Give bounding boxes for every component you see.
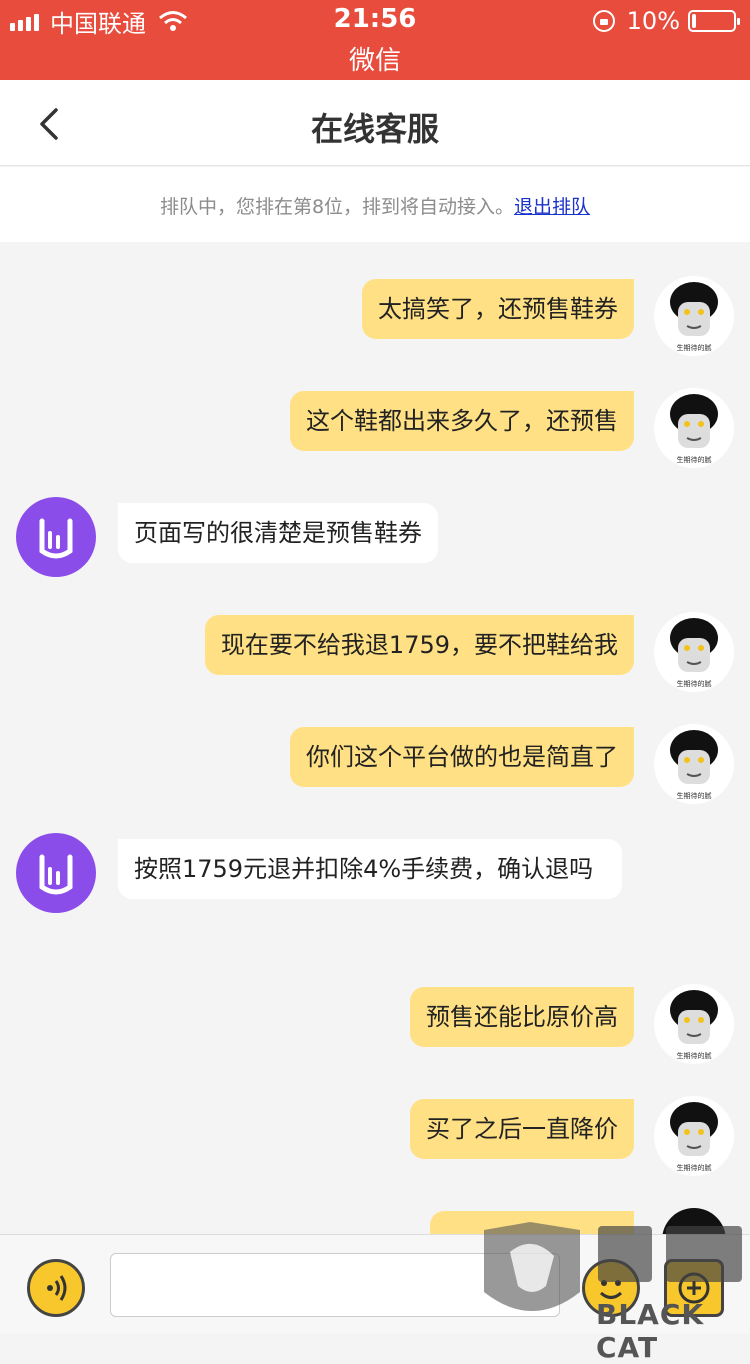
rock-hand-icon (39, 518, 73, 559)
my-avatar: 生期待的腻 (654, 1096, 734, 1176)
my-avatar: 生期待的腻 (654, 724, 734, 804)
rotation-lock-icon (592, 10, 615, 32)
avatar-caption: 生期待的腻 (677, 343, 712, 352)
chat-message: 预售还能比原价高 (410, 987, 634, 1047)
cs-avatar (16, 497, 96, 577)
queue-notice: 排队中，您排在第8位，排到将自动接入。退出排队 (0, 167, 750, 242)
my-avatar: 生期待的腻 (654, 984, 734, 1064)
exit-queue-link[interactable]: 退出排队 (514, 196, 590, 218)
voice-icon (47, 1275, 67, 1301)
chat-message: 按照1759元退并扣除4%手续费，确认退吗 (118, 839, 622, 899)
nav-bar: 在线客服 (0, 80, 750, 166)
chat-message: 现在要不给我退1759，要不把鞋给我 (204, 615, 634, 675)
my-avatar: 生期待的腻 (654, 612, 734, 692)
battery-icon (688, 10, 740, 32)
rock-hand-icon (39, 854, 73, 895)
chat-message: 你们这个平台做的也是简直了 (290, 727, 634, 787)
status-right: 10% (592, 6, 740, 36)
queue-text: 排队中，您排在第8位，排到将自动接入。 (159, 196, 515, 218)
my-avatar: 生期待的腻 (654, 276, 734, 356)
cs-avatar (16, 833, 96, 913)
avatar-caption: 生期待的腻 (677, 679, 712, 688)
battery-percent: 10% (626, 7, 680, 35)
avatar-caption: 生期待的腻 (677, 791, 712, 800)
app-name: 微信 (348, 46, 401, 76)
watermark-text: BLACK CAT (596, 1298, 705, 1364)
my-avatar: 生期待的腻 (654, 388, 734, 468)
status-bar: 中国联通 21:56 10% 微信 (0, 0, 750, 80)
chat-message: 这个鞋都出来多久了，还预售 (290, 391, 634, 451)
avatar-caption: 生期待的腻 (677, 1051, 712, 1060)
page-title: 在线客服 (310, 110, 439, 148)
chat-message: 买了之后一直降价 (410, 1099, 634, 1159)
voice-button[interactable] (27, 1259, 85, 1317)
avatar-caption: 生期待的腻 (677, 455, 712, 464)
avatar-caption: 生期待的腻 (677, 1163, 712, 1172)
chat-message: 太搞笑了，还预售鞋券 (362, 279, 634, 339)
chat-message: 页面写的很清楚是预售鞋券 (118, 503, 438, 563)
